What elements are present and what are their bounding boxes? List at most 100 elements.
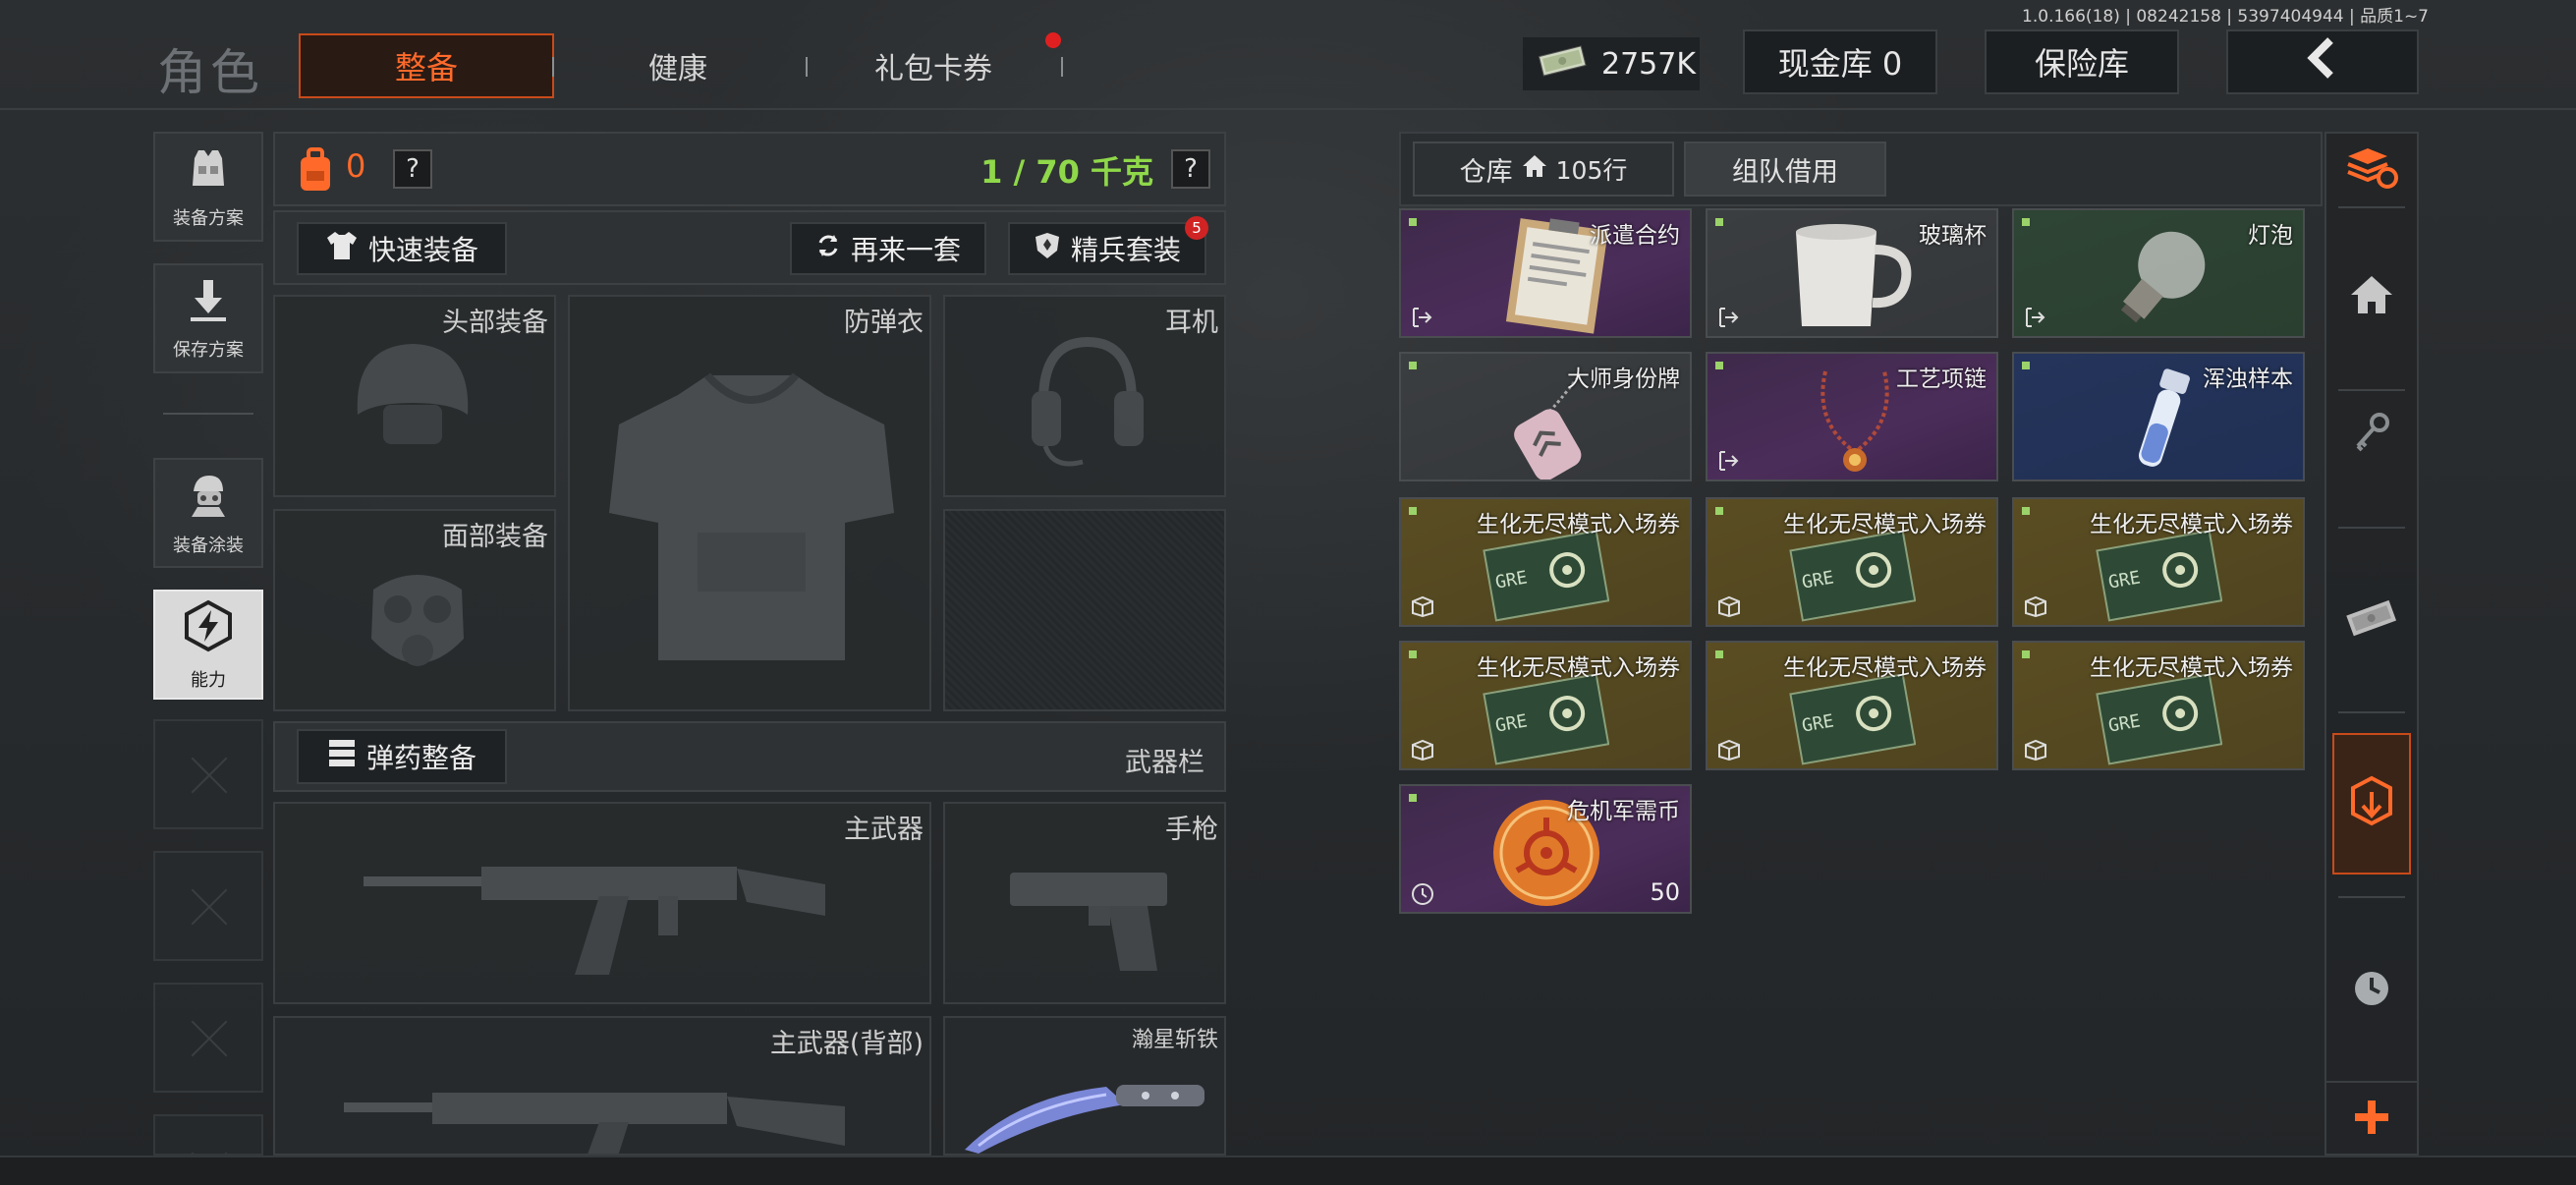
item-name: 派遣合约 [1590, 223, 1680, 249]
cash-vault-button[interactable]: 现金库 0 [1743, 29, 1937, 94]
currency-amount: 2757K [1601, 46, 1697, 82]
head-gear-slot[interactable]: 头部装备 [273, 295, 556, 497]
body-armor-icon [599, 366, 904, 684]
item-name: 工艺项链 [1896, 367, 1987, 392]
equipment-action-bar: 快速装备 再来一套 精兵套装 5 [273, 210, 1226, 285]
rail-cash-button[interactable] [2334, 590, 2409, 652]
soldier-icon [184, 470, 233, 524]
backpack-icon [295, 147, 336, 197]
home-icon [1521, 153, 1548, 186]
item-lightbulb[interactable]: 灯泡 [2012, 208, 2305, 338]
headset-slot[interactable]: 耳机 [943, 295, 1226, 497]
item-name: 生化无尽模式入场券 [1783, 512, 1987, 537]
sidebar-item-label: 保存方案 [173, 339, 244, 361]
rail-key-button[interactable] [2334, 403, 2409, 466]
tab-team-loan[interactable]: 组队借用 [1684, 141, 1886, 197]
item-name: 生化无尽模式入场券 [1783, 655, 1987, 681]
notification-dot [1045, 32, 1061, 48]
export-icon [2024, 307, 2045, 328]
tab-health[interactable]: 健康 [589, 33, 766, 98]
rarity-dot [1409, 362, 1417, 369]
item-dispatch-contract[interactable]: 派遣合约 [1399, 208, 1692, 338]
rail-divider [2338, 896, 2405, 898]
export-icon [1717, 307, 1739, 328]
item-bio-ticket[interactable]: GRE 生化无尽模式入场券 [1399, 497, 1692, 627]
rail-divider [2338, 206, 2405, 208]
weight-help-button[interactable]: ? [1171, 149, 1210, 189]
clock-icon [2352, 969, 2391, 1012]
gas-mask-icon [354, 560, 481, 692]
vial-icon [2122, 366, 2201, 480]
equipment-skin-button[interactable]: 装备涂装 [153, 458, 263, 568]
item-master-dogtag[interactable]: 大师身份牌 [1399, 352, 1692, 481]
item-murky-sample[interactable]: 浑浊样本 [2012, 352, 2305, 481]
rail-warehouse-export-button[interactable] [2332, 733, 2411, 875]
rarity-dot [1715, 218, 1723, 226]
elite-kit-label: 精兵套装 [1070, 234, 1181, 266]
primary-weapon-slot[interactable]: 主武器 [273, 802, 931, 1004]
quick-equip-label: 快速装备 [367, 234, 478, 266]
insurance-vault-button[interactable]: 保险库 [1985, 29, 2179, 94]
slot-label: 手枪 [1165, 815, 1218, 845]
chevron-left-icon [2303, 36, 2342, 87]
help-button[interactable]: ? [393, 149, 432, 189]
sort-refresh-button[interactable] [2334, 140, 2409, 198]
box-icon [2024, 595, 2046, 618]
pistol-slot[interactable]: 手枪 [943, 802, 1226, 1004]
rarity-dot [1409, 794, 1417, 802]
slot-label: 耳机 [1165, 308, 1218, 338]
rail-add-button[interactable] [2324, 1081, 2419, 1156]
refresh-icon [815, 233, 841, 265]
body-armor-slot[interactable]: 防弹衣 [568, 295, 931, 711]
rarity-dot [2022, 362, 2030, 369]
knife-icon [959, 1077, 1214, 1154]
item-bio-ticket[interactable]: GRE 生化无尽模式入场券 [1706, 641, 1998, 770]
item-bio-ticket[interactable]: GRE 生化无尽模式入场券 [1399, 641, 1692, 770]
item-bio-ticket[interactable]: GRE 生化无尽模式入场券 [2012, 497, 2305, 627]
rifle-back-icon [344, 1067, 855, 1154]
lightning-hex-icon [181, 598, 236, 658]
item-bio-ticket[interactable]: GRE 生化无尽模式入场券 [2012, 641, 2305, 770]
ammo-equip-button[interactable]: 弹药整备 [297, 729, 507, 784]
item-glass-cup[interactable]: 玻璃杯 [1706, 208, 1998, 338]
rail-home-button[interactable] [2334, 265, 2409, 328]
reequip-button[interactable]: 再来一套 [790, 222, 986, 275]
back-button[interactable] [2226, 29, 2419, 94]
rail-history-button[interactable] [2334, 959, 2409, 1022]
item-name: 灯泡 [2248, 223, 2293, 249]
slot-label: 瀚星斩铁 [1131, 1028, 1218, 1052]
ability-button[interactable]: 能力 [153, 590, 263, 700]
empty-sidebar-slot [153, 1114, 263, 1156]
tab-gift-cards[interactable]: 礼包卡券 [845, 33, 1022, 98]
empty-sidebar-slot [153, 851, 263, 961]
currency-display: 2757K [1523, 37, 1700, 90]
page-title: 角色 [157, 44, 263, 101]
item-name: 生化无尽模式入场券 [2090, 512, 2293, 537]
tab-warehouse[interactable]: 仓库 105行 [1413, 141, 1674, 197]
tab-equip[interactable]: 整备 [299, 33, 554, 98]
cash-bundle-icon [1537, 43, 1588, 85]
empty-sidebar-slot [153, 719, 263, 829]
loadout-plan-button[interactable]: 装备方案 [153, 132, 263, 242]
export-icon [1717, 450, 1739, 472]
item-craft-necklace[interactable]: 工艺项链 [1706, 352, 1998, 481]
item-crisis-coin[interactable]: 危机军需币 50 [1399, 784, 1692, 914]
save-plan-button[interactable]: 保存方案 [153, 263, 263, 373]
warehouse-rows: 105行 [1555, 156, 1628, 185]
face-gear-slot[interactable]: 面部装备 [273, 509, 556, 711]
quick-equip-button[interactable]: 快速装备 [297, 222, 507, 275]
rarity-dot [1715, 507, 1723, 515]
item-count: 50 [1650, 878, 1680, 906]
vest-icon [185, 144, 232, 197]
melee-slot[interactable]: 瀚星斩铁 [943, 1016, 1226, 1156]
key-icon [2352, 411, 2391, 458]
bottom-bar [0, 1156, 2576, 1185]
equipment-status-bar: 0 ? 1 / 70 千克 ? [273, 132, 1226, 206]
primary-weapon-back-slot[interactable]: 主武器(背部) [273, 1016, 931, 1156]
tab-divider [552, 57, 554, 77]
sidebar-item-label: 能力 [191, 669, 226, 691]
item-bio-ticket[interactable]: GRE 生化无尽模式入场券 [1706, 497, 1998, 627]
version-info: 1.0.166(18) | 08242158 | 5397404944 | 品质… [2022, 7, 2429, 27]
empty-gear-slot [943, 509, 1226, 711]
elite-kit-button[interactable]: 精兵套装 [1008, 222, 1206, 275]
